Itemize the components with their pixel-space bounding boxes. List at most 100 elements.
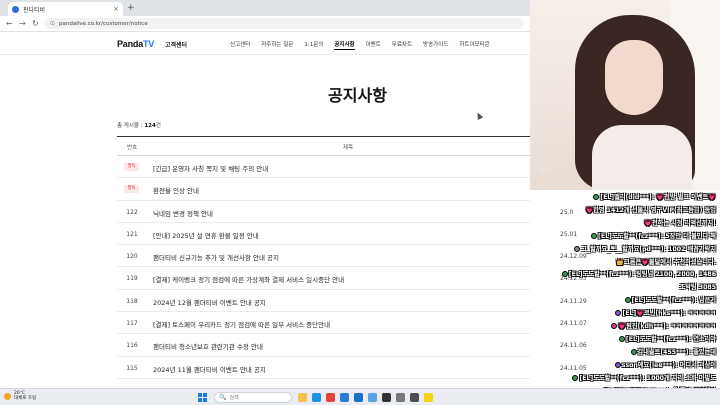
customer-center-label: 고객센터 [165, 42, 188, 49]
row-title-link[interactable]: 팬더티비 신규기능 추가 및 개선사항 안내 공지 [153, 252, 279, 262]
chat-badge-icon [591, 232, 598, 239]
url-field[interactable]: ⊙ pandalive.co.kr/customer/notice [44, 18, 524, 29]
table-row[interactable]: 필독 환전율 인상 안내 [117, 178, 530, 201]
chat-message: [EL]도도할**(fcz***): 남은거 [624, 295, 716, 305]
table-row[interactable]: 필독 [긴급] 운영자 사칭 쪽지 및 채팅 주의 안내 [117, 156, 530, 179]
header-subject: 제목 [343, 145, 354, 151]
table-row[interactable]: 116 팬더티비 청소년보호 관련기관 수정 안내 24.11.06 [117, 334, 587, 357]
search-placeholder: 검색 [229, 395, 239, 401]
chat-message: 그_할까요_뽀__할까요(pd***): 1002 배꼽가락지 [574, 244, 716, 253]
chat-message-text: 👑크론큰💗물달에서 추천하셨습니다. [616, 258, 716, 266]
reload-icon[interactable]: ↻ [32, 19, 39, 28]
chat-message-text: [EL]도도할**(fcz***): 팅팅넘 2100, 2000, 1486 [568, 271, 716, 279]
chat-message: [EL]💗로빈(hks***): ㅋㅋㅋㅋㅋ [615, 308, 716, 317]
chat-badge-icon [630, 348, 637, 355]
notice-table: 번호 제목 필독 [긴급] 운영자 사칭 쪽지 및 채팅 주의 안내 필독 환전율 인… [117, 136, 587, 379]
taskbar: 26°C 대체로 흐림 🔍 검색 [0, 388, 720, 405]
row-number: 116 [126, 342, 138, 350]
tab-title: 판다티비 [23, 6, 46, 14]
store-icon[interactable] [340, 393, 349, 402]
row-number: 122 [126, 208, 138, 216]
chat-badge-icon [615, 310, 622, 317]
table-body: 필독 [긴급] 운영자 사칭 쪽지 및 채팅 주의 안내 필독 환전율 인상 안내 12… [117, 156, 587, 379]
site-header: PandaTV 고객센터 신고센터 자주하는 질문 1:1문의 공지사항 이벤트… [0, 32, 530, 55]
chat-badge-icon [614, 361, 621, 368]
url-text: pandalive.co.kr/customer/notice [59, 20, 148, 27]
table-row[interactable]: 117 [결제] 토스페이 우리카드 정기 점검에 따른 일부 서비스 중단안내 2… [117, 312, 587, 335]
back-icon[interactable]: ← [6, 19, 13, 28]
chat-message: sson에요(lee***): 어디서 괴상이 [614, 360, 716, 369]
chat-message: [EL]도도할**(fcz***): 팅팅넘 2100, 2000, 1486 [561, 269, 716, 279]
site-favicon-icon [12, 5, 19, 13]
weather-widget[interactable]: 26°C 대체로 흐림 [4, 391, 36, 401]
chat-message-text: [EL]앨리(dld***): 💗천방 벌크 이벤트💗 [600, 194, 716, 201]
row-title-link[interactable]: 2024년 12월 팬더티비 이벤트 안내 공지 [153, 297, 266, 307]
chat-message-text: 💗한명 1412개 선물시 영구VIP(최고등급) 등업 [585, 206, 716, 214]
photos-icon[interactable] [368, 393, 377, 402]
table-row[interactable]: 122 닉네임 변경 정책 안내 25.0 [117, 201, 573, 223]
chat-badge-icon [593, 194, 600, 200]
forward-icon[interactable]: → [19, 19, 26, 28]
nav-event[interactable]: 이벤트 [366, 40, 381, 50]
row-number: 121 [126, 230, 138, 238]
chat-badge-icon [572, 374, 579, 381]
new-tab-button[interactable]: + [127, 3, 135, 13]
row-title-link[interactable]: 2024년 11월 팬더티비 이벤트 안내 공지 [153, 364, 266, 374]
mail-icon[interactable] [354, 393, 363, 402]
nav-free-chart[interactable]: 무료차트 [392, 40, 412, 50]
chrome-icon[interactable] [326, 393, 335, 402]
nav-broadcast-guide[interactable]: 방송가이드 [423, 40, 448, 50]
pandatv-logo[interactable]: PandaTV [117, 39, 154, 49]
mouse-cursor-icon [474, 111, 484, 120]
row-number: 119 [126, 275, 138, 283]
chat-message: 조박팅 3085 [680, 282, 716, 291]
settings-icon[interactable] [396, 393, 405, 402]
nav-inquiry[interactable]: 1:1문의 [304, 40, 323, 50]
row-title-link[interactable]: 닉네임 변경 정책 안내 [153, 208, 213, 218]
edge-icon[interactable] [312, 393, 321, 402]
chat-message-text: [EL]도도할**(fcz***): 1000개 자리 소화 아밭도 [579, 374, 716, 382]
chat-message: [EL]도도할**(fcz***): 1000개 자리 소화 아밭도 [572, 373, 716, 382]
windows-start-icon[interactable] [198, 393, 207, 402]
browser-tab-strip: 판다티비 × + [0, 0, 530, 16]
row-title-link[interactable]: 환전율 인상 안내 [153, 185, 199, 195]
chat-message: 💗한명 1412개 선물시 영구VIP(최고등급) 등업 [585, 205, 716, 214]
weather-desc: 대체로 흐림 [14, 396, 37, 401]
notepad-icon[interactable] [410, 393, 419, 402]
chat-message-text: [EL]도도할**(fcz***): 연소리야 [625, 335, 716, 343]
chat-message-text: [EL]도도할**(fcz***): 남은거 [631, 297, 716, 305]
total-count: 총 게시물 : 124건 [117, 123, 161, 129]
chat-message-text: [EL]도도할**(fcz***): 5장만 더 불인다 해 [598, 232, 716, 240]
chat-message-text: 그_할까요_뽀__할까요(pd***): 1002 배꼽가락지 [581, 245, 716, 253]
chat-message-text: 💗원진(kdh***): ㅋㅋㅋㅋㅋㅋㅋㅋ [618, 323, 716, 330]
nav-faq[interactable]: 자주하는 질문 [261, 40, 293, 50]
chat-badge-icon [611, 323, 618, 329]
kakaotalk-icon[interactable] [424, 393, 433, 402]
chat-badge-icon [624, 297, 631, 304]
nav-heart-emoticon[interactable]: 하트이모티콘 [459, 40, 489, 50]
table-row[interactable]: 119 [결제] 케이뱅크 정기 점검에 따른 가상계좌 결제 서비스 일시중단 … [117, 267, 587, 290]
tab-close-icon[interactable]: × [113, 5, 119, 13]
chat-message: 💗천하는 시청 리액션까지! [644, 218, 716, 227]
table-row[interactable]: 121 [안내] 2025년 설 연휴 환불 일정 안내 25.01 [117, 223, 577, 246]
row-title-link[interactable]: [긴급] 운영자 사칭 쪽지 및 채팅 주의 안내 [153, 163, 268, 173]
row-title-link[interactable]: [결제] 케이뱅크 정기 점검에 따른 가상계좌 결제 서비스 일시중단 안내 [153, 274, 344, 284]
row-number: 115 [126, 364, 138, 372]
row-title-link[interactable]: [결제] 토스페이 우리카드 정기 점검에 따른 일부 서비스 중단안내 [153, 319, 330, 329]
chat-message-text: 조박팅 3085 [679, 284, 716, 292]
heart-icon[interactable]: ♡ [538, 167, 546, 177]
row-title-link[interactable]: 팬더티비 청소년보호 관련기관 수정 안내 [153, 341, 263, 351]
browser-tab[interactable]: 판다티비 × [8, 2, 123, 16]
chat-badge-icon [574, 245, 581, 252]
chat-message: [EL]도도할**(fcz***): 5장만 더 불인다 해 [591, 231, 716, 240]
nav-report-center[interactable]: 신고센터 [230, 40, 250, 50]
taskbar-search[interactable]: 🔍 검색 [214, 392, 292, 403]
row-title-link[interactable]: [안내] 2025년 설 연휴 환불 일정 안내 [153, 230, 259, 240]
chat-message: [EL]앨리(dld***): 💗천방 벌크 이벤트💗 [593, 192, 716, 201]
table-row[interactable]: 115 2024년 11월 팬더티비 이벤트 안내 공지 24.11.05 [117, 357, 587, 379]
table-row[interactable]: 118 2024년 12월 팬더티비 이벤트 안내 공지 24.11.29 [117, 290, 587, 313]
table-row[interactable]: 120 팬더티비 신규기능 추가 및 개선사항 안내 공지 24.12.09 [117, 245, 587, 268]
nav-notice[interactable]: 공지사항 [334, 40, 355, 50]
terminal-icon[interactable] [382, 393, 391, 402]
file-explorer-icon[interactable] [298, 393, 307, 402]
